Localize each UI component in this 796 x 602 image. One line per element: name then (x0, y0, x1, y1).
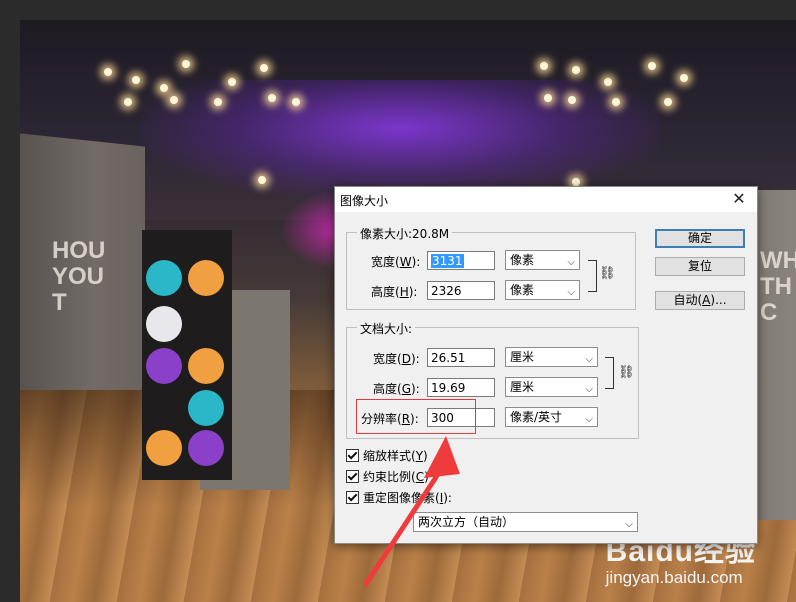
annotation-arrow (363, 436, 460, 587)
arrow-shaft (363, 465, 445, 587)
